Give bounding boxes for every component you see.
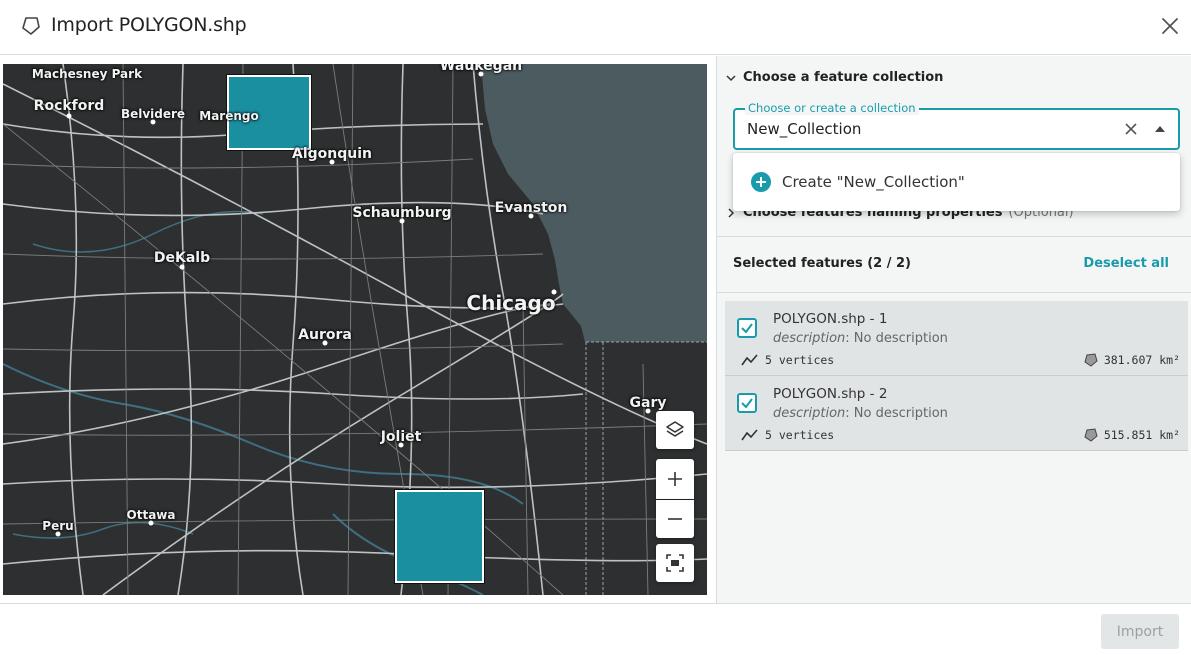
- import-settings-panel: Choose a feature collection Choose or cr…: [716, 56, 1191, 603]
- city-label-algonquin: Algonquin: [292, 146, 372, 162]
- dialog-footer: Import: [0, 603, 1191, 655]
- city-label-aurora: Aurora: [298, 327, 352, 343]
- fit-bounds-button[interactable]: [656, 544, 694, 582]
- feature-vertices: 5 vertices: [741, 428, 834, 442]
- create-collection-label: Create "New_Collection": [782, 173, 965, 191]
- selected-features-count: Selected features (2 / 2): [733, 256, 912, 271]
- feature-name: POLYGON.shp - 2: [773, 386, 888, 402]
- feature-checkbox[interactable]: [737, 318, 757, 338]
- feature-description: description: No description: [773, 406, 948, 421]
- city-label-chicago: Chicago: [466, 291, 556, 315]
- feature-list-item[interactable]: POLYGON.shp - 1 description: No descript…: [725, 301, 1188, 376]
- area-icon: [1084, 353, 1098, 367]
- feature-area: 381.607 km²: [1084, 353, 1180, 367]
- layers-button[interactable]: [656, 411, 694, 449]
- feature-vertices: 5 vertices: [741, 353, 834, 367]
- feature-area: 515.851 km²: [1084, 428, 1180, 442]
- map-basemap: [3, 64, 707, 595]
- plus-icon: [668, 472, 682, 486]
- close-icon[interactable]: [1159, 15, 1181, 37]
- deselect-all-link[interactable]: Deselect all: [1083, 256, 1169, 271]
- add-circle-icon: [751, 172, 771, 192]
- zoom-out-button[interactable]: [656, 500, 694, 538]
- clear-icon[interactable]: [1123, 121, 1139, 137]
- feature-list-item[interactable]: POLYGON.shp - 2 description: No descript…: [725, 376, 1188, 451]
- feature-description: description: No description: [773, 331, 948, 346]
- import-dialog: Import POLYGON.shp Machesney Park Rockfo…: [0, 0, 1191, 655]
- city-dot: [66, 113, 72, 119]
- city-label-rockford: Rockford: [33, 98, 105, 114]
- collection-field-legend: Choose or create a collection: [745, 101, 919, 115]
- zoom-in-button[interactable]: [656, 459, 694, 499]
- collection-section-title: Choose a feature collection: [743, 70, 944, 85]
- city-label-machesney: Machesney Park: [31, 67, 143, 81]
- import-button[interactable]: Import: [1101, 614, 1179, 649]
- city-label-dekalb: DeKalb: [153, 250, 211, 266]
- polygon-icon: [22, 17, 40, 35]
- city-label-waukegan: Waukegan: [439, 64, 523, 74]
- layers-icon: [666, 421, 684, 437]
- feature-name: POLYGON.shp - 1: [773, 311, 888, 327]
- dialog-title: Import POLYGON.shp: [51, 14, 247, 36]
- fit-bounds-icon: [666, 554, 684, 572]
- city-label-belvidere: Belvidere: [120, 107, 186, 121]
- polygon-feature-2[interactable]: [394, 489, 485, 584]
- minus-icon: [668, 518, 682, 520]
- map-preview[interactable]: Machesney Park Rockford Belvidere Mareng…: [3, 64, 707, 595]
- feature-checkbox[interactable]: [737, 393, 757, 413]
- city-label-ottawa: Ottawa: [126, 508, 176, 522]
- city-label-joliet: Joliet: [380, 429, 422, 445]
- caret-up-icon[interactable]: [1154, 125, 1166, 133]
- city-label-schaumburg: Schaumburg: [352, 205, 452, 221]
- collection-select[interactable]: Choose or create a collection: [733, 101, 1180, 150]
- city-label-peru: Peru: [42, 519, 74, 533]
- checkmark-icon: [741, 323, 753, 334]
- create-collection-option[interactable]: Create "New_Collection": [733, 153, 1180, 211]
- dialog-header: Import POLYGON.shp: [0, 0, 1191, 55]
- checkmark-icon: [741, 398, 753, 409]
- divider: [717, 236, 1191, 237]
- polyline-icon: [741, 429, 758, 441]
- city-label-gary: Gary: [629, 395, 667, 411]
- city-label-marengo: Marengo: [199, 109, 259, 123]
- area-icon: [1084, 428, 1098, 442]
- polyline-icon: [741, 354, 758, 366]
- collection-section-toggle[interactable]: Choose a feature collection: [725, 70, 943, 85]
- collection-input[interactable]: [747, 120, 1107, 138]
- chevron-down-icon: [726, 74, 736, 81]
- divider: [717, 292, 1191, 293]
- city-label-evanston: Evanston: [494, 200, 568, 216]
